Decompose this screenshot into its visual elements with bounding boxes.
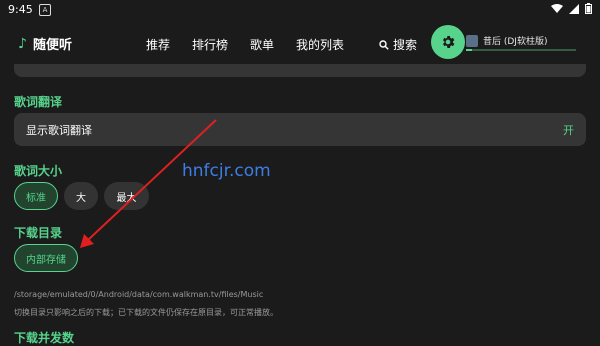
tab-my-list[interactable]: 我的列表: [296, 36, 344, 53]
watermark-text: hnfcjr.com: [182, 161, 271, 181]
download-path: /storage/emulated/0/Android/data/com.wal…: [14, 290, 264, 299]
lyrics-translation-value[interactable]: 开: [563, 122, 574, 138]
lyrics-size-large-chip[interactable]: 大: [64, 182, 98, 210]
section-download-concurrency: 下载并发数: [14, 331, 75, 345]
search-label: 搜索: [393, 38, 418, 52]
lyrics-translation-toggle-row[interactable]: 显示歌词翻译 开: [14, 113, 586, 146]
status-bar: 9:45 A: [0, 0, 600, 20]
previous-setting-card: [14, 64, 586, 77]
tab-charts[interactable]: 排行榜: [192, 36, 228, 53]
section-lyrics-size: 歌词大小: [14, 164, 63, 178]
lyrics-size-standard-chip[interactable]: 标准: [14, 182, 58, 210]
status-time: 9:45: [8, 3, 33, 16]
settings-button[interactable]: [431, 25, 465, 59]
system-icons: [551, 3, 592, 14]
album-art: [466, 34, 478, 47]
now-playing[interactable]: 昔后 (DJ软柱版): [466, 34, 547, 47]
signal-icon: [569, 3, 579, 14]
section-download-dir: 下载目录: [14, 226, 63, 240]
gear-icon: [442, 36, 455, 48]
playback-progress-fill: [466, 49, 472, 51]
search-button[interactable]: 搜索: [379, 36, 417, 53]
playback-progress[interactable]: [466, 49, 576, 51]
notification-app-icon: A: [39, 4, 51, 16]
battery-icon: [585, 3, 592, 14]
music-note-icon: ♪: [18, 35, 27, 52]
nav-tabs: 推荐 排行榜 歌单 我的列表: [146, 36, 366, 53]
tab-playlists[interactable]: 歌单: [250, 36, 274, 53]
app-brand: ♪ 随便听: [18, 34, 72, 54]
section-lyrics-translation: 歌词翻译: [14, 95, 63, 109]
app-name: 随便听: [32, 38, 72, 53]
now-playing-title: 昔后 (DJ软柱版): [483, 37, 548, 47]
app-header: ♪ 随便听 推荐 排行榜 歌单 我的列表 搜索 昔后 (DJ软柱版): [0, 22, 600, 64]
lyrics-size-xlarge-chip[interactable]: 最大: [104, 182, 149, 210]
wifi-icon: [551, 3, 563, 13]
lyrics-translation-label: 显示歌词翻译: [26, 123, 92, 137]
tab-recommend[interactable]: 推荐: [146, 36, 170, 53]
search-icon: [379, 39, 389, 50]
download-dir-note: 切换目录只影响之后的下载；已下载的文件仍保存在原目录，可正常播放。: [14, 308, 278, 317]
download-dir-internal-chip[interactable]: 内部存储: [14, 244, 78, 272]
